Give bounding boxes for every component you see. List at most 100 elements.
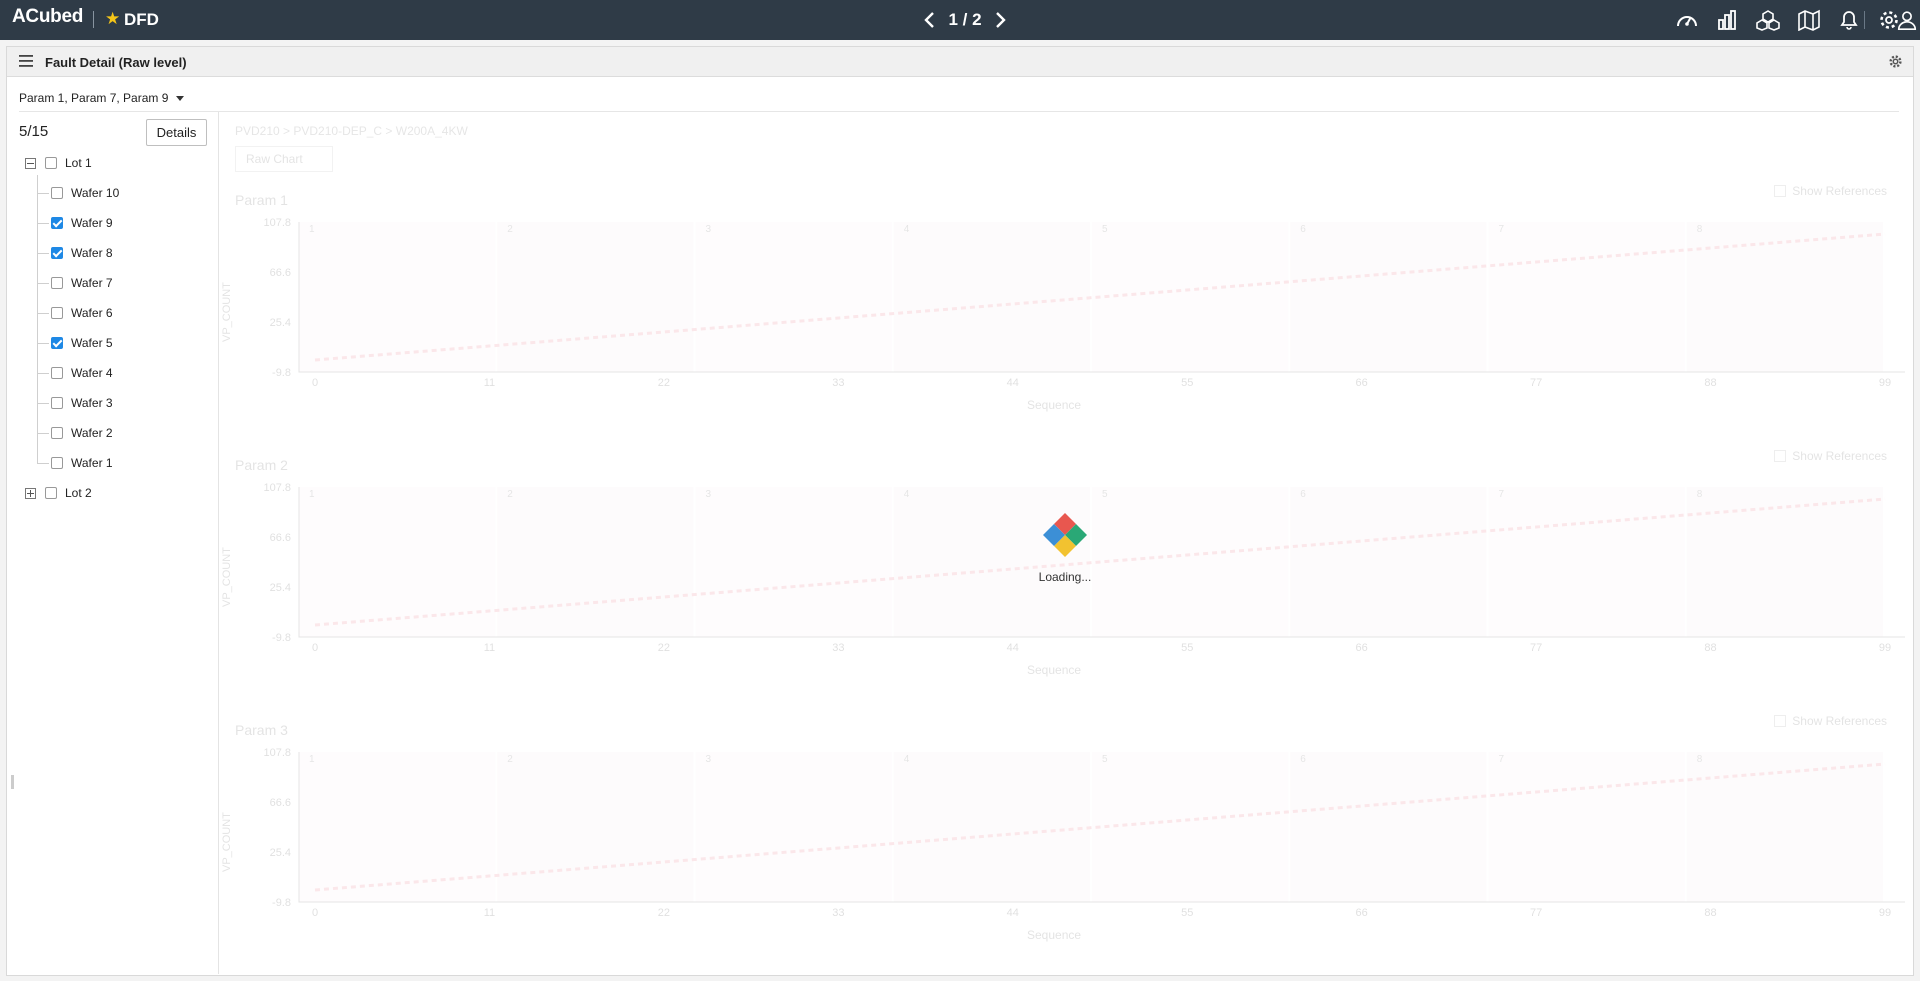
lot-checkbox[interactable] — [45, 157, 57, 169]
x-tick-label: 55 — [1181, 377, 1193, 386]
band-label: 3 — [706, 489, 712, 500]
caret-down-icon — [176, 95, 185, 101]
x-tick-label: 0 — [312, 907, 318, 916]
map-icon[interactable] — [1797, 9, 1821, 31]
loading-text: Loading... — [1038, 570, 1092, 584]
tree-node-wafer[interactable]: Wafer 2 — [51, 423, 113, 443]
resize-handle[interactable] — [11, 775, 14, 789]
y-tick-label: 107.8 — [263, 747, 291, 759]
band-label: 2 — [507, 489, 513, 500]
tree-node-wafer[interactable]: Wafer 10 — [51, 183, 119, 203]
tree-node-wafer[interactable]: Wafer 3 — [51, 393, 113, 413]
wafer-band — [1092, 222, 1289, 372]
wafer-band — [893, 752, 1090, 902]
show-references-checkbox[interactable] — [1774, 450, 1787, 462]
x-tick-label: 11 — [484, 377, 495, 386]
wafer-checkbox[interactable] — [51, 367, 63, 379]
chart-type-dropdown[interactable]: Raw Chart — [235, 146, 333, 172]
previous-arrow-icon[interactable] — [920, 10, 940, 30]
tree-node-lot[interactable]: Lot 1 — [25, 153, 92, 173]
next-arrow-icon[interactable] — [990, 10, 1010, 30]
wafer-checkbox[interactable] — [51, 217, 63, 229]
x-tick-label: 66 — [1356, 642, 1368, 651]
x-tick-label: 99 — [1879, 642, 1891, 651]
bell-icon[interactable] — [1837, 9, 1861, 31]
x-tick-label: 11 — [484, 907, 495, 916]
tree-node-lot[interactable]: Lot 2 — [25, 483, 92, 503]
dashboard-icon[interactable] — [1675, 9, 1699, 31]
wafer-checkbox[interactable] — [51, 277, 63, 289]
raw-chart: 1 2 3 4 5 6 7 8 107.8 66.6 25.4 -9.8 0 11 22 33 44 55 66 77… — [263, 217, 1905, 386]
selection-count: 5/15 — [19, 123, 49, 140]
user-icon[interactable] — [1896, 9, 1918, 31]
wafer-checkbox[interactable] — [51, 187, 63, 199]
wafer-band — [497, 487, 694, 637]
band-label: 1 — [309, 489, 315, 500]
lot-label: Lot 1 — [65, 156, 92, 170]
x-axis-label[interactable]: Sequence — [1027, 398, 1081, 412]
raw-chart: 1 2 3 4 5 6 7 8 107.8 66.6 25.4 -9.8 0 11 22 33 44 55 66 77… — [263, 747, 1905, 916]
band-label: 5 — [1102, 489, 1108, 500]
band-label: 7 — [1499, 224, 1505, 235]
star-icon[interactable]: ★ — [105, 9, 120, 29]
series-line — [314, 497, 1886, 627]
wafer-band — [497, 222, 694, 372]
brand-logo[interactable]: ACubed — [12, 6, 83, 28]
lot-checkbox[interactable] — [45, 487, 57, 499]
x-axis-label-text: Sequence — [1027, 663, 1082, 677]
wafer-label: Wafer 7 — [71, 276, 113, 290]
tree-node-wafer[interactable]: Wafer 4 — [51, 363, 113, 383]
show-references-checkbox[interactable] — [1774, 715, 1787, 727]
tree-connector — [37, 403, 49, 404]
show-references-toggle[interactable]: Show References — [1774, 449, 1887, 463]
wafer-checkbox[interactable] — [51, 397, 63, 409]
tree-node-wafer[interactable]: Wafer 9 — [51, 213, 113, 233]
breadcrumb[interactable]: PVD210 > PVD210-DEP_C > W200A_4KW — [235, 124, 468, 138]
bar-chart-icon[interactable] — [1715, 9, 1739, 31]
show-references-toggle[interactable]: Show References — [1774, 714, 1887, 728]
wafer-checkbox[interactable] — [51, 307, 63, 319]
tree-node-wafer[interactable]: Wafer 5 — [51, 333, 113, 353]
details-button[interactable]: Details — [146, 119, 207, 146]
chart-block: Param 1 Show References 1 2 3 4 5 6 7 8 107.8 66.6 2… — [221, 184, 1907, 412]
wafer-band — [1092, 752, 1289, 902]
collapse-icon[interactable] — [25, 157, 36, 169]
brand-divider — [93, 11, 94, 28]
x-tick-label: 55 — [1181, 642, 1193, 651]
panel-header: Fault Detail (Raw level) — [7, 47, 1913, 77]
wafer-checkbox[interactable] — [51, 457, 63, 469]
lot-label: Lot 2 — [65, 486, 92, 500]
series-line — [314, 762, 1886, 892]
y-tick-label: 66.6 — [270, 532, 291, 544]
param-select-dropdown[interactable]: Param 1, Param 7, Param 9 — [19, 91, 185, 105]
tree-connector — [37, 193, 49, 194]
show-references-checkbox[interactable] — [1774, 185, 1787, 197]
wafer-band — [1092, 487, 1289, 637]
tree-node-wafer[interactable]: Wafer 6 — [51, 303, 113, 323]
band-label: 8 — [1697, 224, 1703, 235]
chart-block: Param 3 Show References 1 2 3 4 5 6 7 8 107.8 66.6 2… — [221, 714, 1907, 942]
wafer-checkbox[interactable] — [51, 337, 63, 349]
x-axis-label[interactable]: Sequence — [1027, 928, 1081, 942]
wafer-label: Wafer 5 — [71, 336, 113, 350]
wafer-checkbox[interactable] — [51, 247, 63, 259]
wafer-band — [1488, 752, 1685, 902]
wafer-label: Wafer 8 — [71, 246, 113, 260]
x-axis-label[interactable]: Sequence — [1027, 663, 1081, 677]
wafer-checkbox[interactable] — [51, 427, 63, 439]
tree-node-wafer[interactable]: Wafer 8 — [51, 243, 113, 263]
y-tick-label: 25.4 — [270, 317, 291, 329]
tree-node-wafer[interactable]: Wafer 7 — [51, 273, 113, 293]
wafer-band — [1290, 222, 1487, 372]
raw-chart: 1 2 3 4 5 6 7 8 107.8 66.6 25.4 -9.8 0 11 22 33 44 55 66 77… — [263, 482, 1905, 651]
tree-node-wafer[interactable]: Wafer 1 — [51, 453, 113, 473]
menu-icon[interactable] — [19, 55, 33, 67]
settings-icon[interactable] — [1888, 54, 1903, 69]
tree-connector — [37, 283, 49, 284]
expand-icon[interactable] — [25, 487, 36, 499]
show-references-toggle[interactable]: Show References — [1774, 184, 1887, 198]
cubes-icon[interactable] — [1756, 9, 1780, 31]
x-tick-label: 44 — [1007, 377, 1019, 386]
y-tick-label: -9.8 — [272, 632, 291, 644]
y-tick-label: 66.6 — [270, 267, 291, 279]
